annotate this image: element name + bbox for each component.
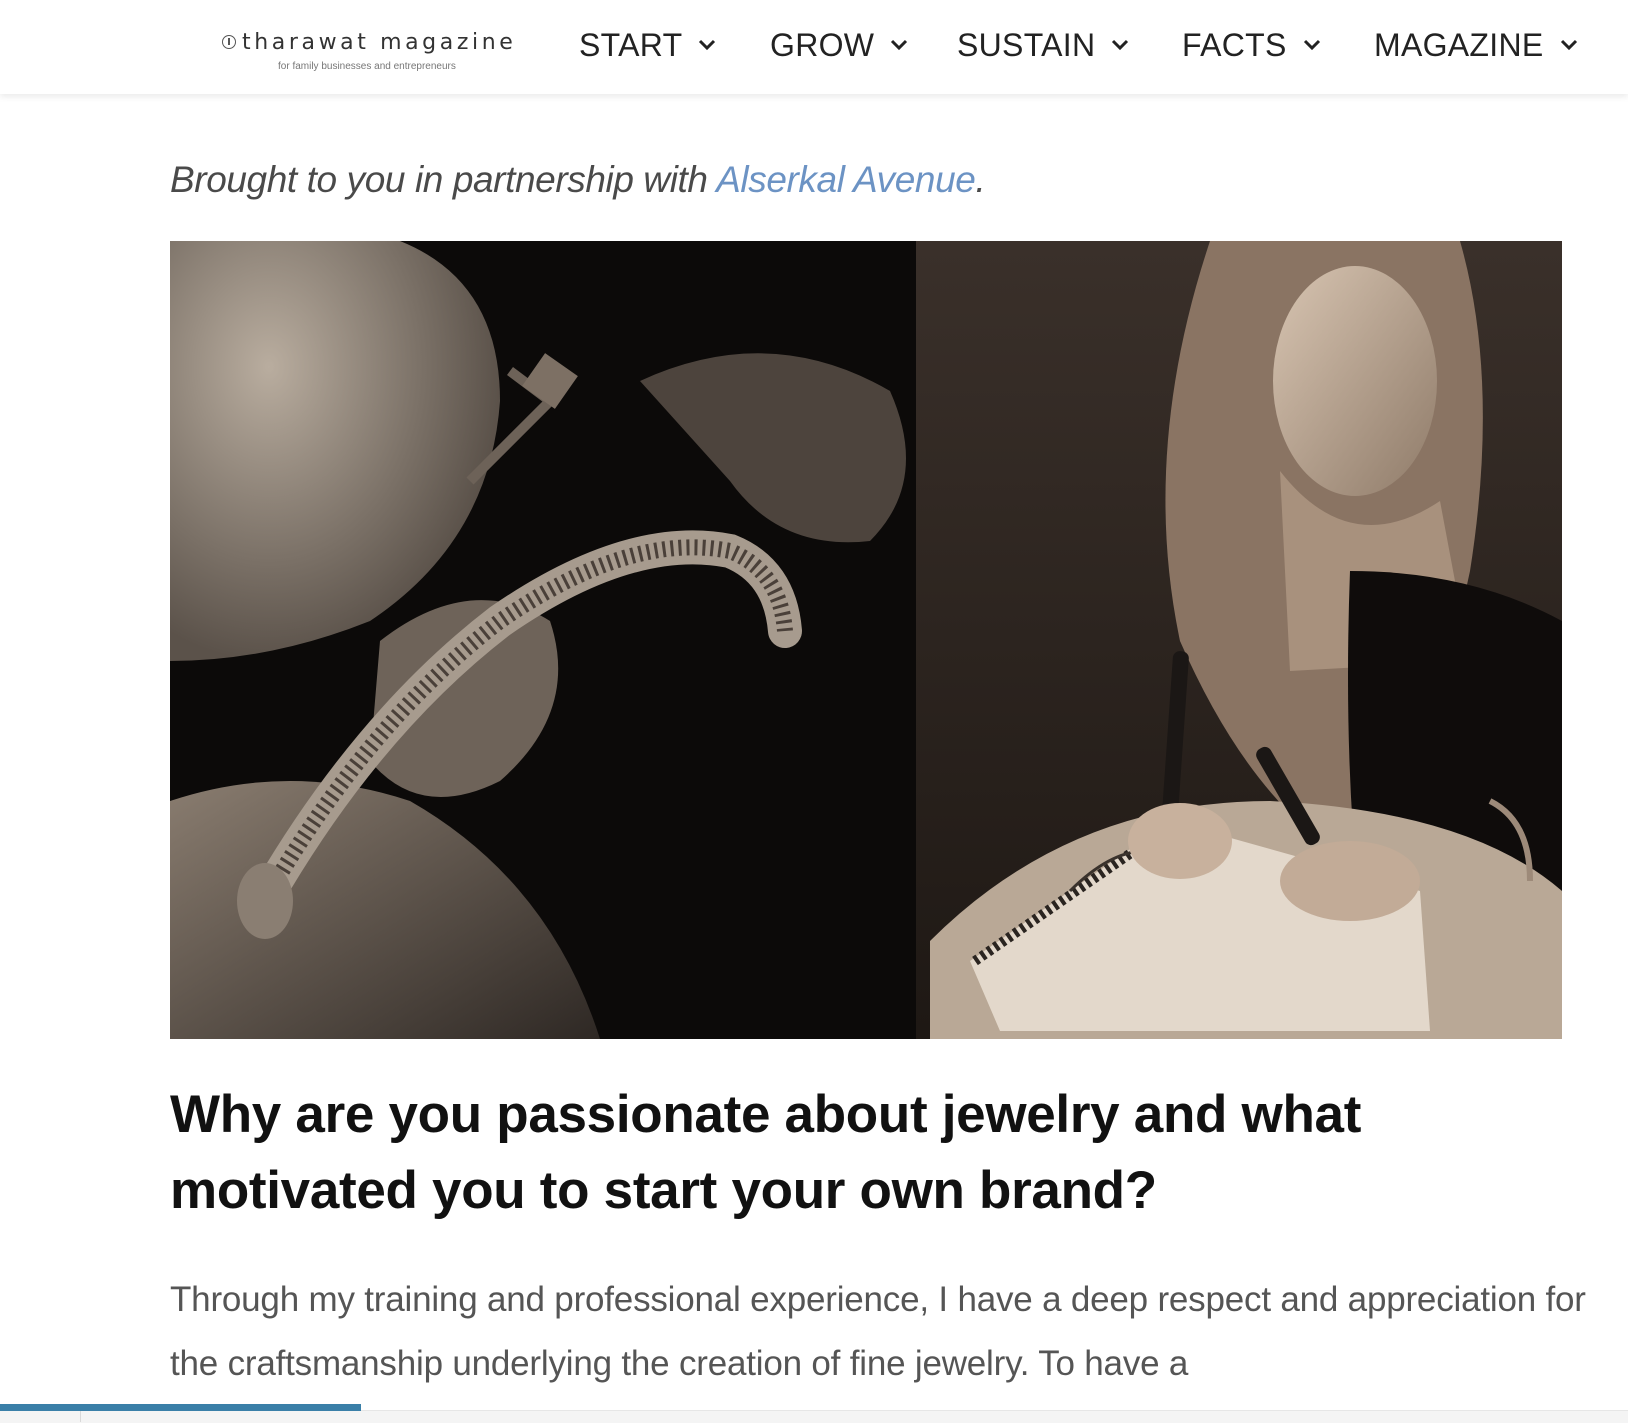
nav-item-label: MAGAZINE (1374, 26, 1544, 63)
chevron-down-icon (699, 39, 716, 51)
chevron-down-icon (1303, 39, 1320, 51)
section-heading: Why are you passionate about jewelry and… (170, 1085, 1362, 1220)
craftsman-photo (170, 241, 916, 1039)
nav-item-start[interactable]: START (579, 22, 716, 68)
partner-note: Brought to you in partnership with Alser… (170, 159, 986, 201)
chevron-down-icon (891, 39, 908, 51)
nav-item-label: START (579, 26, 683, 63)
nav-item-sustain[interactable]: SUSTAIN (957, 22, 1129, 68)
nav-item-label: GROW (770, 26, 875, 63)
chevron-down-icon (1112, 39, 1129, 51)
nav-item-magazine[interactable]: MAGAZINE (1374, 22, 1578, 68)
nav-item-facts[interactable]: FACTS (1182, 22, 1321, 68)
nav-item-label: SUSTAIN (957, 26, 1096, 63)
reading-progress-track (0, 1410, 1628, 1423)
site-header: tharawat magazine for family businesses … (0, 0, 1628, 94)
nav-item-grow[interactable]: GROW (770, 22, 908, 68)
logo-mark-icon (222, 35, 236, 49)
reading-progress-bar (0, 1404, 362, 1411)
site-logo[interactable]: tharawat magazine for family businesses … (222, 30, 522, 75)
logo-tagline: for family businesses and entrepreneurs (278, 61, 456, 72)
article-paragraph: Through my training and professional exp… (170, 1280, 1586, 1383)
chevron-down-icon (1560, 39, 1577, 51)
partner-suffix: . (975, 159, 986, 200)
logo-title: tharawat magazine (242, 30, 517, 55)
hero-photo-collage (170, 241, 1562, 1039)
partner-link[interactable]: Alserkal Avenue (716, 159, 976, 200)
nav-item-label: FACTS (1182, 26, 1287, 63)
designer-photo (916, 241, 1562, 1039)
progress-divider (80, 1411, 81, 1422)
partner-prefix: Brought to you in partnership with (170, 159, 717, 200)
